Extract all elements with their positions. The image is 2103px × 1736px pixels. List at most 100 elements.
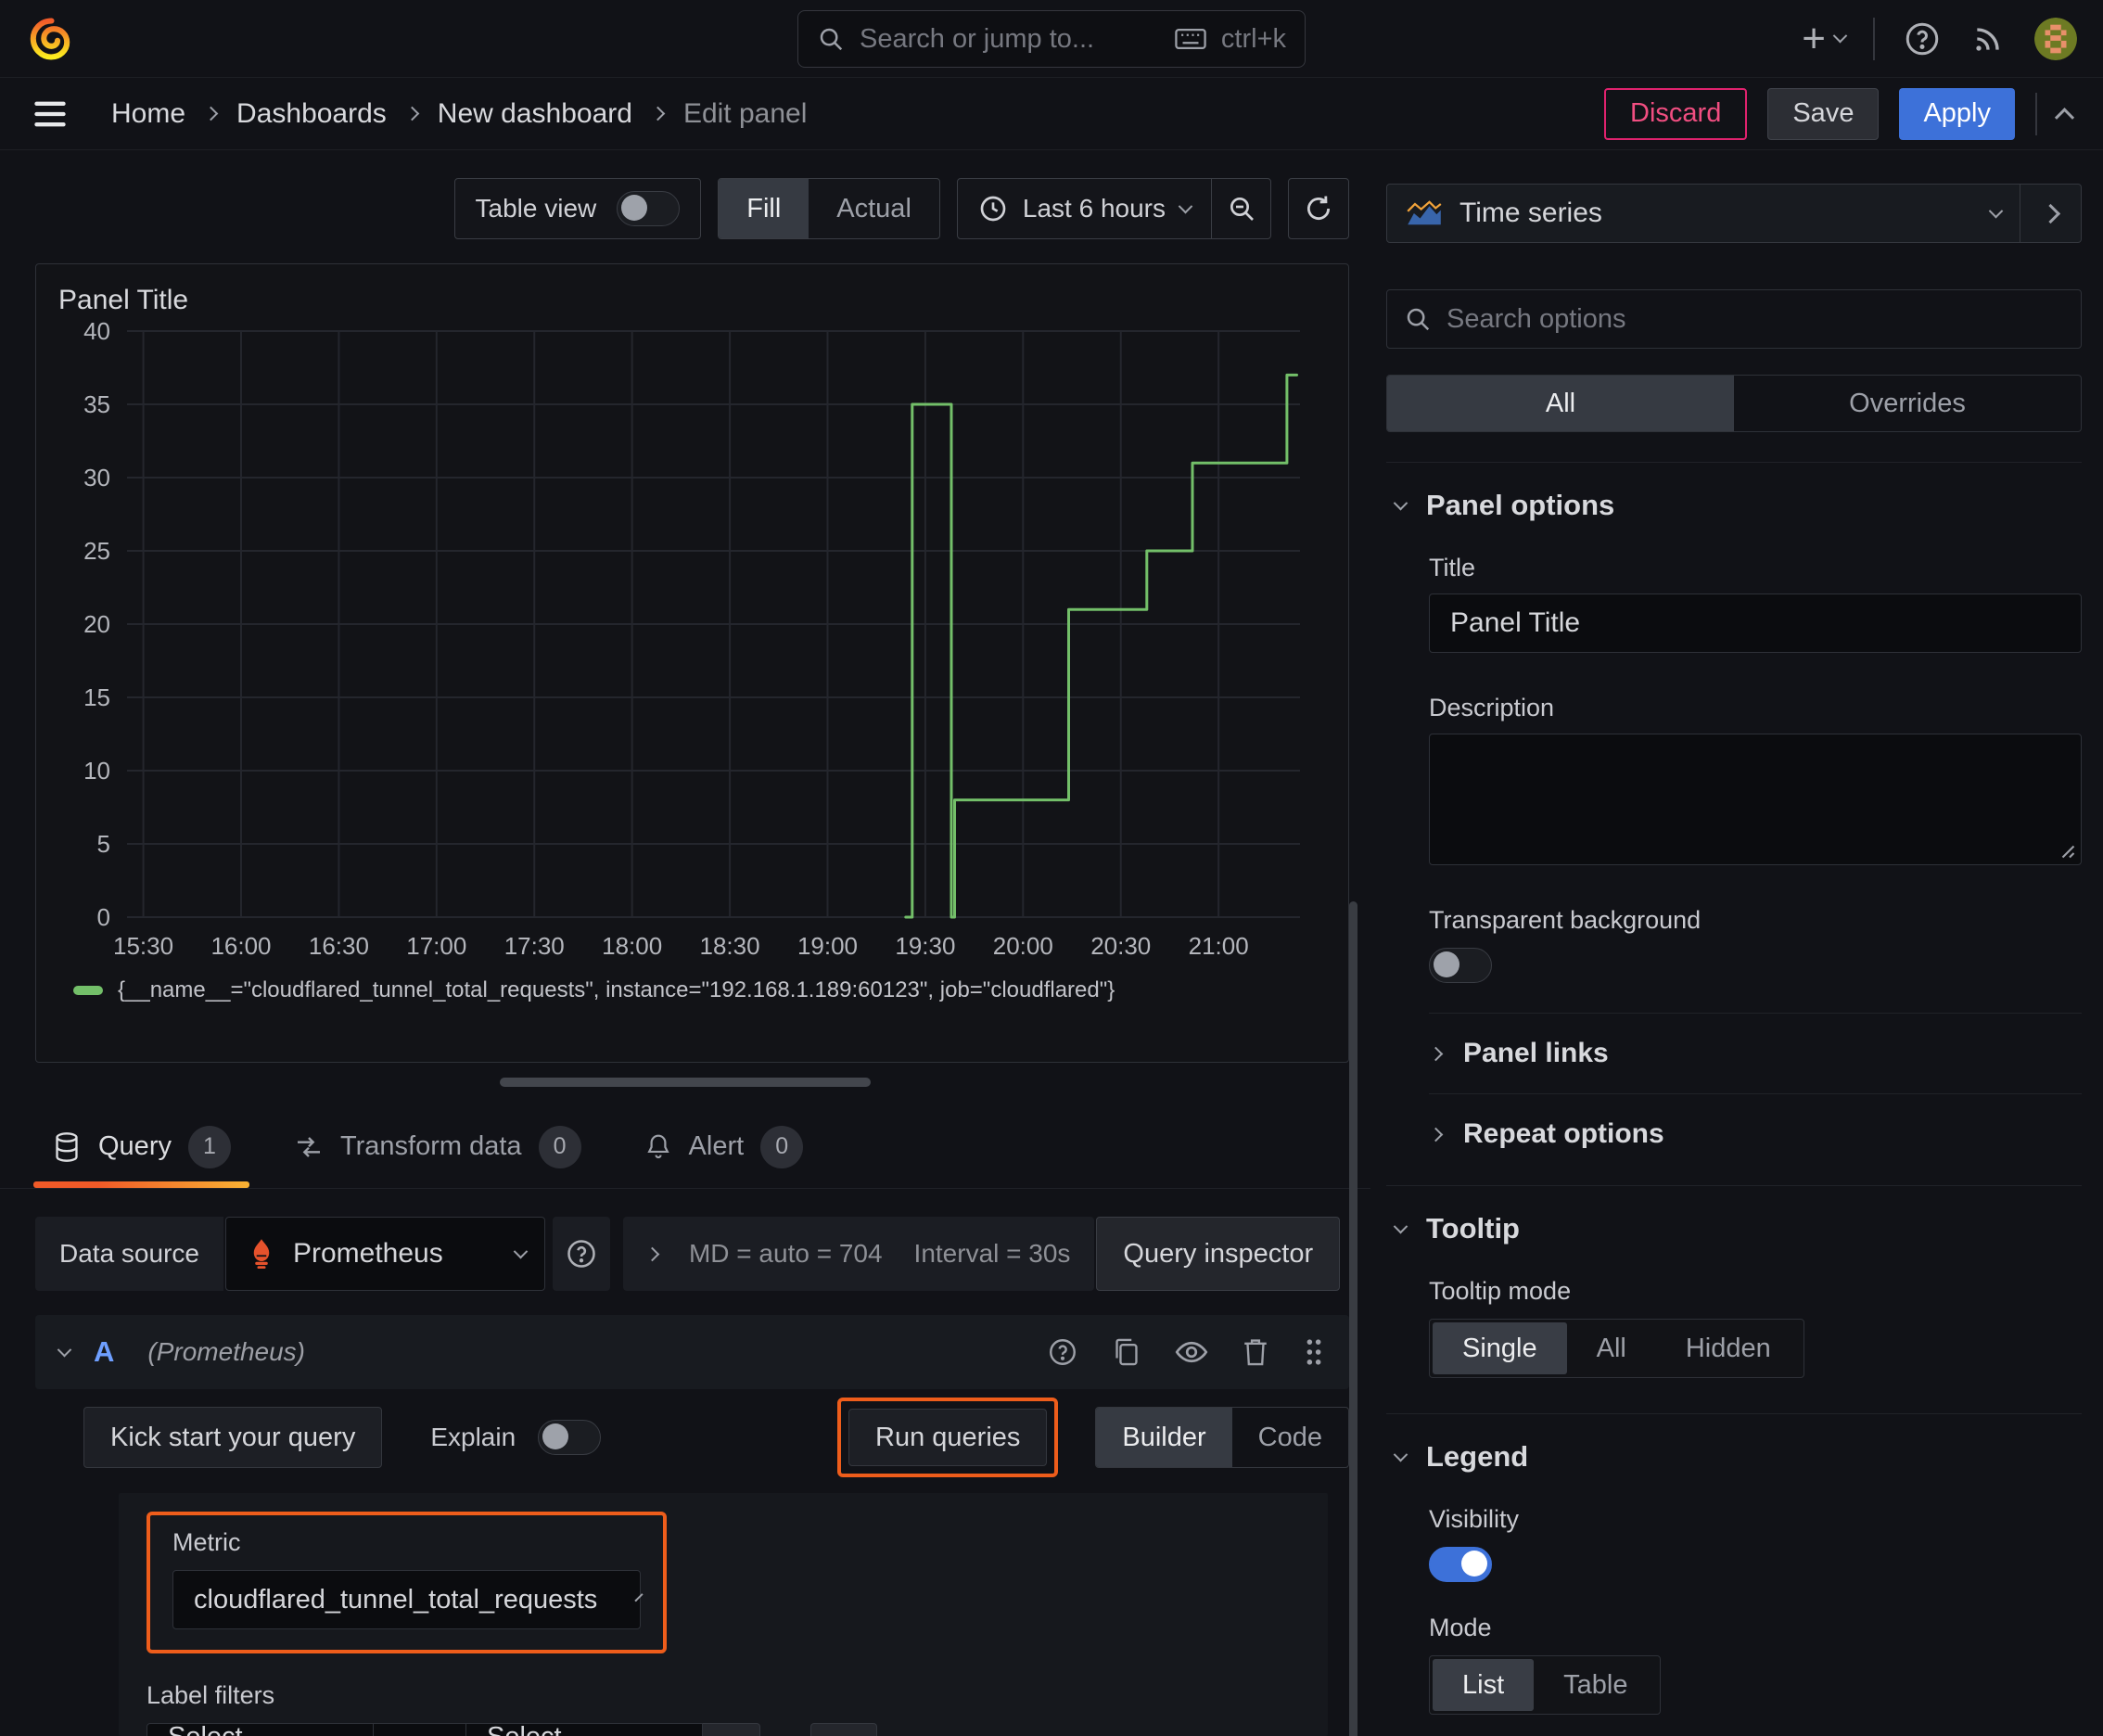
metric-select[interactable]: cloudflared_tunnel_total_requests: [172, 1570, 644, 1629]
description-label: Description: [1429, 694, 1555, 721]
fill-option[interactable]: Fill: [719, 179, 809, 238]
run-queries-button[interactable]: Run queries: [848, 1409, 1048, 1466]
tooltip-hidden-option[interactable]: Hidden: [1656, 1322, 1801, 1374]
new-menu-button[interactable]: +: [1802, 18, 1848, 59]
refresh-button[interactable]: [1288, 178, 1349, 239]
breadcrumb-new-dashboard[interactable]: New dashboard: [438, 98, 632, 130]
tab-alert[interactable]: Alert 0: [626, 1105, 822, 1188]
panel-title[interactable]: Panel Title: [58, 285, 1326, 316]
tooltip-mode-switch: Single All Hidden: [1429, 1319, 1804, 1378]
repeat-options-section[interactable]: Repeat options: [1386, 1094, 2082, 1174]
legend-mode-table[interactable]: Table: [1534, 1659, 1657, 1711]
breadcrumb-dashboards[interactable]: Dashboards: [236, 98, 387, 130]
user-avatar[interactable]: [2034, 17, 2077, 60]
explain-toggle[interactable]: [538, 1420, 602, 1455]
query-help-icon[interactable]: [1047, 1336, 1078, 1368]
chevron-right-icon: [650, 106, 666, 121]
prometheus-query-builder: Metric cloudflared_tunnel_total_requests…: [119, 1493, 1328, 1736]
chart-legend-item[interactable]: {__name__="cloudflared_tunnel_total_requ…: [73, 977, 1326, 1003]
run-queries-highlight: Run queries: [837, 1398, 1059, 1477]
news-rss-icon[interactable]: [1969, 20, 2007, 57]
chevron-down-icon: [1393, 1219, 1408, 1233]
metric-value: cloudflared_tunnel_total_requests: [194, 1584, 598, 1615]
datasource-picker[interactable]: Prometheus: [224, 1217, 545, 1291]
zoom-out-button[interactable]: [1211, 179, 1270, 238]
add-filter-button[interactable]: +: [810, 1723, 877, 1736]
search-options-placeholder: Search options: [1447, 303, 1626, 334]
search-options-input[interactable]: Search options: [1386, 289, 2082, 349]
duplicate-query-icon[interactable]: [1112, 1336, 1141, 1368]
datasource-help-button[interactable]: [552, 1217, 610, 1291]
panel-options-header[interactable]: Panel options: [1386, 463, 2082, 522]
query-options[interactable]: MD = auto = 704 Interval = 30s: [622, 1217, 1095, 1291]
apply-button[interactable]: Apply: [1899, 87, 2015, 140]
tooltip-title: Tooltip: [1426, 1212, 1520, 1245]
global-search-input[interactable]: Search or jump to... ctrl+k: [797, 10, 1306, 68]
tab-all[interactable]: All: [1387, 376, 1734, 431]
transparent-background-toggle[interactable]: [1429, 948, 1492, 983]
menu-icon[interactable]: [32, 98, 69, 130]
tab-transform-label: Transform data: [339, 1131, 522, 1161]
drag-handle-icon[interactable]: [1303, 1336, 1325, 1368]
panel-title-input[interactable]: Panel Title: [1429, 594, 2082, 653]
chevron-down-icon: [57, 1342, 72, 1357]
save-button[interactable]: Save: [1767, 87, 1880, 140]
tab-overrides[interactable]: Overrides: [1734, 376, 2081, 431]
svg-text:16:00: 16:00: [210, 932, 271, 960]
tooltip-all-option[interactable]: All: [1567, 1322, 1656, 1374]
refresh-icon: [1303, 193, 1334, 224]
help-icon[interactable]: [1903, 19, 1942, 58]
remove-filter-button[interactable]: [703, 1723, 760, 1736]
tab-query[interactable]: Query 1: [33, 1105, 249, 1188]
tab-transform-data[interactable]: Transform data 0: [275, 1105, 600, 1188]
svg-text:17:30: 17:30: [504, 932, 565, 960]
breadcrumb-home[interactable]: Home: [111, 98, 185, 130]
builder-option[interactable]: Builder: [1096, 1408, 1232, 1467]
svg-text:20:30: 20:30: [1090, 932, 1151, 960]
operator-dropdown[interactable]: =: [374, 1723, 466, 1736]
legend-visibility-toggle[interactable]: [1429, 1547, 1492, 1582]
chevron-up-icon[interactable]: [2054, 108, 2075, 128]
select-value-dropdown[interactable]: Select value: [466, 1722, 703, 1736]
query-inspector-button[interactable]: Query inspector: [1096, 1217, 1341, 1291]
legend-mode-label: Mode: [1429, 1614, 1492, 1641]
visualization-picker[interactable]: Time series: [1386, 184, 2020, 243]
kick-start-button[interactable]: Kick start your query: [83, 1407, 383, 1468]
tab-alert-label: Alert: [688, 1131, 745, 1161]
transform-icon: [294, 1132, 324, 1162]
metric-label: Metric: [172, 1528, 241, 1556]
description-textarea[interactable]: [1429, 734, 2082, 865]
hide-response-icon[interactable]: [1175, 1338, 1208, 1366]
editor-tabs: Query 1 Transform data 0 Alert 0: [0, 1105, 1370, 1189]
table-view-toggle[interactable]: [617, 191, 681, 226]
tooltip-single-option[interactable]: Single: [1433, 1322, 1567, 1374]
panel-links-section[interactable]: Panel links: [1386, 1014, 2082, 1093]
max-data-points: MD = auto = 704: [688, 1239, 883, 1268]
query-row-header[interactable]: A (Prometheus): [35, 1315, 1349, 1389]
tooltip-header[interactable]: Tooltip: [1386, 1186, 2082, 1245]
resize-grip-icon[interactable]: [2058, 842, 2075, 859]
legend-mode-switch: List Table: [1429, 1655, 1662, 1715]
datasource-row: Data source Prometheus MD = auto = 704 I…: [35, 1217, 1349, 1291]
svg-text:5: 5: [97, 830, 110, 858]
query-editor-card: A (Prometheus) Kick start your query Exp…: [35, 1315, 1349, 1736]
search-icon: [1404, 305, 1432, 333]
chevron-right-icon: [644, 1246, 660, 1261]
scrollbar-thumb[interactable]: [1349, 901, 1357, 1736]
time-range-picker[interactable]: Last 6 hours: [958, 179, 1211, 238]
collapse-options-button[interactable]: [2020, 184, 2082, 243]
grafana-logo-icon[interactable]: [26, 15, 74, 63]
code-option[interactable]: Code: [1232, 1408, 1348, 1467]
zoom-out-icon: [1227, 194, 1256, 223]
discard-button[interactable]: Discard: [1604, 87, 1748, 140]
legend-header[interactable]: Legend: [1386, 1414, 2082, 1474]
legend-mode-list[interactable]: List: [1433, 1659, 1535, 1711]
time-series-chart[interactable]: 0 5 10 15 20 25 30 35 40 15:30 16:00 16:30 17:00 17:3…: [58, 316, 1315, 965]
pane-resize-handle[interactable]: [500, 1078, 871, 1087]
svg-text:15:30: 15:30: [113, 932, 173, 960]
actual-option[interactable]: Actual: [809, 179, 939, 238]
chevron-down-icon: [1988, 203, 2004, 218]
select-label-dropdown[interactable]: Select label: [147, 1722, 374, 1736]
series-color-swatch: [73, 986, 103, 995]
delete-query-icon[interactable]: [1242, 1336, 1269, 1368]
